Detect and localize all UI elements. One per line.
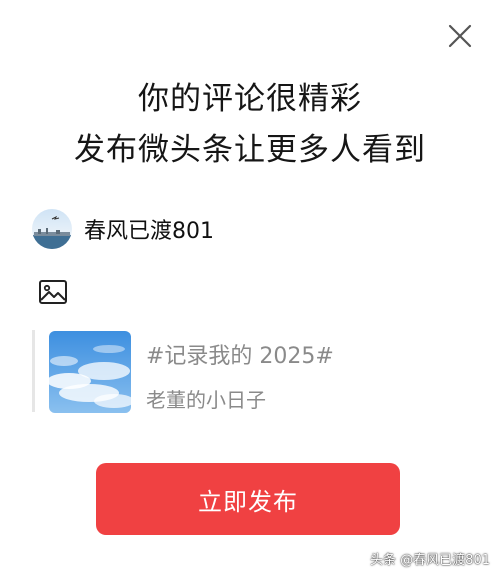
quoted-thumbnail — [49, 331, 131, 413]
add-image-button[interactable] — [38, 279, 68, 305]
user-row: 春风已渡801 — [32, 208, 214, 250]
quote-divider — [32, 330, 35, 412]
username: 春风已渡801 — [84, 219, 214, 244]
dialog-title-line1: 你的评论很精彩 — [138, 81, 362, 117]
close-button[interactable] — [444, 20, 476, 52]
quoted-subtitle: 老董的小日子 — [146, 388, 266, 412]
quoted-title: #记录我的 2025# — [146, 344, 334, 369]
watermark: 头条 @春风已渡801 — [370, 553, 490, 568]
publish-dialog: 你的评论很精彩 发布微头条让更多人看到 春风已渡801 #记录我的 2025# … — [0, 0, 500, 576]
avatar — [32, 209, 72, 249]
publish-button[interactable]: 立即发布 — [96, 463, 400, 535]
dialog-title-line2: 发布微头条让更多人看到 — [74, 132, 426, 168]
image-icon[interactable] — [38, 279, 68, 305]
close-icon[interactable] — [444, 20, 476, 52]
